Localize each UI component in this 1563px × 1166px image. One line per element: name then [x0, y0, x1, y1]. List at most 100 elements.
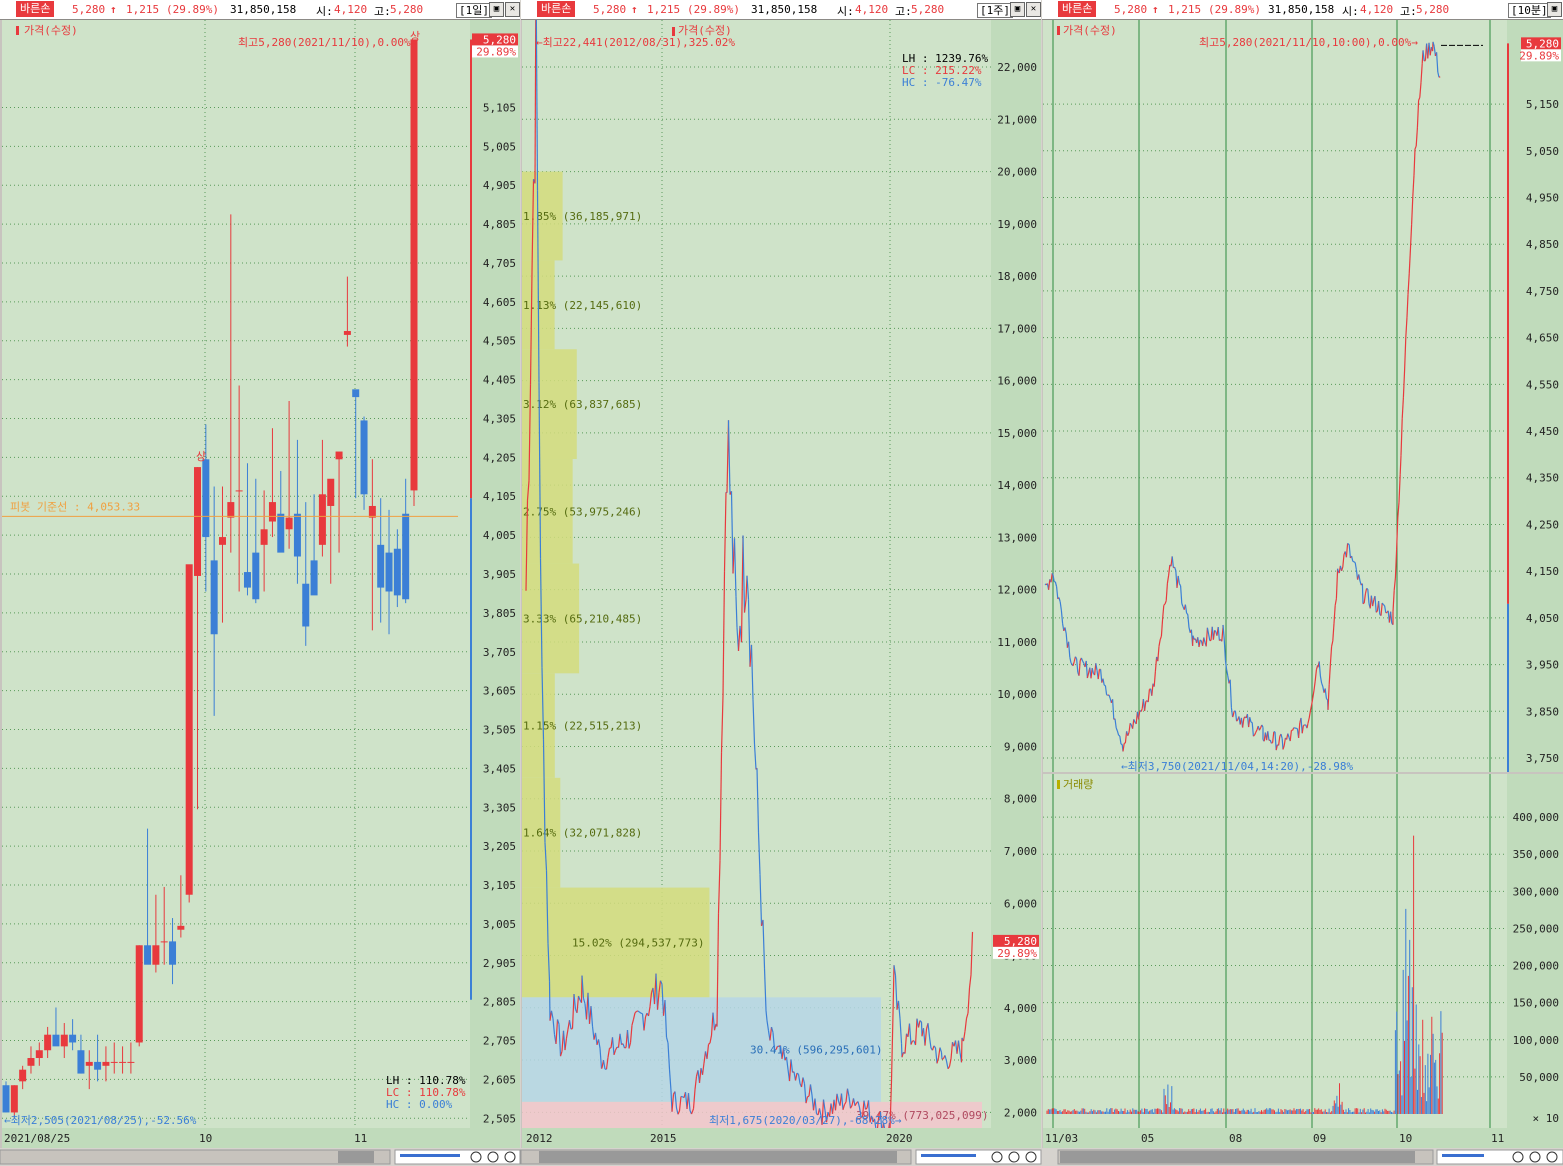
price-segment	[1287, 733, 1290, 738]
weekly-y-axis[interactable]: 2,0003,0004,0005,0006,0007,0008,0009,000…	[991, 20, 1041, 1128]
price-segment	[600, 1067, 603, 1069]
y-tick-label: 4,805	[483, 218, 516, 231]
period-selector[interactable]: [1주]	[977, 3, 1013, 18]
candle-body	[293, 513, 301, 557]
y-tick-label: 4,000	[1004, 1002, 1037, 1015]
price-segment	[1327, 684, 1330, 710]
price-segment	[1163, 603, 1166, 606]
price-segment	[1335, 568, 1339, 599]
price-segment	[1272, 731, 1275, 743]
price-segment	[1100, 669, 1103, 683]
y-tick-label: 4,650	[1526, 332, 1559, 345]
y-tick-label: 11,000	[997, 636, 1037, 649]
x-tick-label: 08	[1229, 1132, 1242, 1145]
daily-scrollbar[interactable]	[0, 1148, 521, 1166]
price-segment	[722, 571, 726, 697]
candle-body	[160, 941, 168, 943]
maximize-icon[interactable]: ▣	[1010, 2, 1025, 17]
candle-body	[52, 1034, 60, 1047]
price-segment	[904, 1033, 908, 1054]
price-segment	[1312, 690, 1315, 699]
price-segment	[1097, 669, 1100, 680]
volume-plot[interactable]: 거래량	[1043, 774, 1507, 1128]
maximize-icon[interactable]: ▣	[489, 2, 504, 17]
open: 4,120	[1360, 3, 1394, 16]
y-tick-label: 4,150	[1526, 565, 1559, 578]
price-segment	[1050, 573, 1053, 583]
price-segment	[940, 1052, 943, 1060]
open: 4,120	[334, 3, 368, 16]
candle-body	[352, 389, 360, 398]
y-tick-label: 3,805	[483, 607, 516, 620]
y-tick-label: 4,250	[1526, 518, 1559, 531]
price-segment	[965, 1012, 969, 1019]
price-segment	[690, 1112, 693, 1115]
price-segment	[1184, 604, 1188, 614]
weekly-plot[interactable]: 1.85% (36,185,971) 1.13% (22,145,610) 3.12…	[522, 20, 991, 1128]
up-arrow-icon: ↑	[110, 3, 117, 16]
price-segment	[1076, 658, 1079, 673]
price-segment	[1380, 602, 1383, 616]
y-tick-label: 4,405	[483, 374, 516, 387]
price-segment	[1230, 707, 1234, 718]
high: 5,280	[1416, 3, 1450, 16]
price-segment	[1372, 599, 1375, 607]
candle-body	[218, 537, 226, 545]
candle-body	[127, 1061, 135, 1063]
y-tick-label: 17,000	[997, 322, 1037, 335]
price-segment	[890, 1013, 894, 1082]
price-segment	[1348, 544, 1351, 559]
y-tick-label: 3,205	[483, 840, 516, 853]
high-note: 최고5,280(2021/11/10),0.00%→	[238, 36, 418, 49]
price-segment	[733, 538, 737, 597]
stock-name[interactable]: 바른손	[1058, 1, 1097, 17]
candle-body	[318, 494, 326, 545]
candle-body	[110, 1061, 118, 1063]
maximize-icon[interactable]: ▣	[1547, 2, 1562, 17]
price-segment	[1416, 100, 1420, 128]
y-tick-label: 2,505	[483, 1112, 516, 1125]
price-segment	[1160, 619, 1164, 637]
price-segment	[1354, 562, 1357, 570]
up-arrow-icon: ↑	[631, 3, 638, 16]
daily-x-axis: 2021/08/25 10 11	[2, 1128, 520, 1148]
candle-body	[85, 1061, 93, 1066]
candle-body	[35, 1050, 43, 1059]
min10-y-axis[interactable]: 3,750 3,850 3,950 4,050 4,150 4,250 4,350 4,450…	[1507, 20, 1563, 772]
close-icon[interactable]: ✕	[505, 2, 520, 17]
stock-name[interactable]: 바른손	[16, 1, 55, 17]
price-segment	[759, 874, 763, 926]
pct-tag-label: 29.89%	[476, 45, 516, 58]
weekly-scrollbar[interactable]	[520, 1148, 1042, 1166]
profile-label: 3.12% (63,837,685)	[523, 398, 642, 411]
candle-body	[268, 502, 276, 522]
price-segment	[1406, 294, 1409, 318]
candle-body	[377, 544, 385, 588]
price-segment	[1334, 598, 1337, 606]
price-segment	[927, 1023, 931, 1038]
volume-y-axis[interactable]: × 10 50,000 100,000 150,000 200,000 250,000 30…	[1507, 774, 1563, 1128]
close-icon[interactable]: ✕	[1026, 2, 1041, 17]
period-selector[interactable]: [1일]	[456, 3, 492, 18]
price-segment	[1374, 595, 1377, 613]
min10-plot[interactable]: 가격(수정) 최고5,280(2021/11/10,10:00),0.00%→ ←최…	[1043, 20, 1507, 772]
y-tick-label: 3,605	[483, 685, 516, 698]
period-selector[interactable]: [10분]	[1508, 3, 1551, 18]
up-mark: 상	[196, 450, 206, 463]
candle-body	[310, 560, 318, 596]
candle-body	[235, 490, 243, 492]
candle-body	[302, 583, 310, 627]
vol-tick-label: 350,000	[1513, 848, 1559, 861]
price-segment	[1308, 710, 1311, 719]
daily-plot[interactable]: 피봇 기준선 : 4,053.33 가격(수정) 최고5,280(2021/11/1…	[2, 20, 470, 1128]
daily-y-axis[interactable]: 2,505 2,605 2,705 2,805 2,905 3,005 3,105 3,205…	[470, 20, 520, 1128]
price-segment	[1303, 724, 1305, 727]
profile-label: 1.13% (22,145,610)	[523, 299, 642, 312]
price-segment	[1351, 555, 1354, 562]
price-segment	[1229, 679, 1232, 708]
price-segment	[1418, 97, 1421, 101]
price-segment	[1187, 614, 1190, 628]
price-segment	[719, 752, 723, 861]
min10-scrollbar[interactable]	[1042, 1148, 1563, 1166]
stock-name[interactable]: 바른손	[537, 1, 576, 17]
